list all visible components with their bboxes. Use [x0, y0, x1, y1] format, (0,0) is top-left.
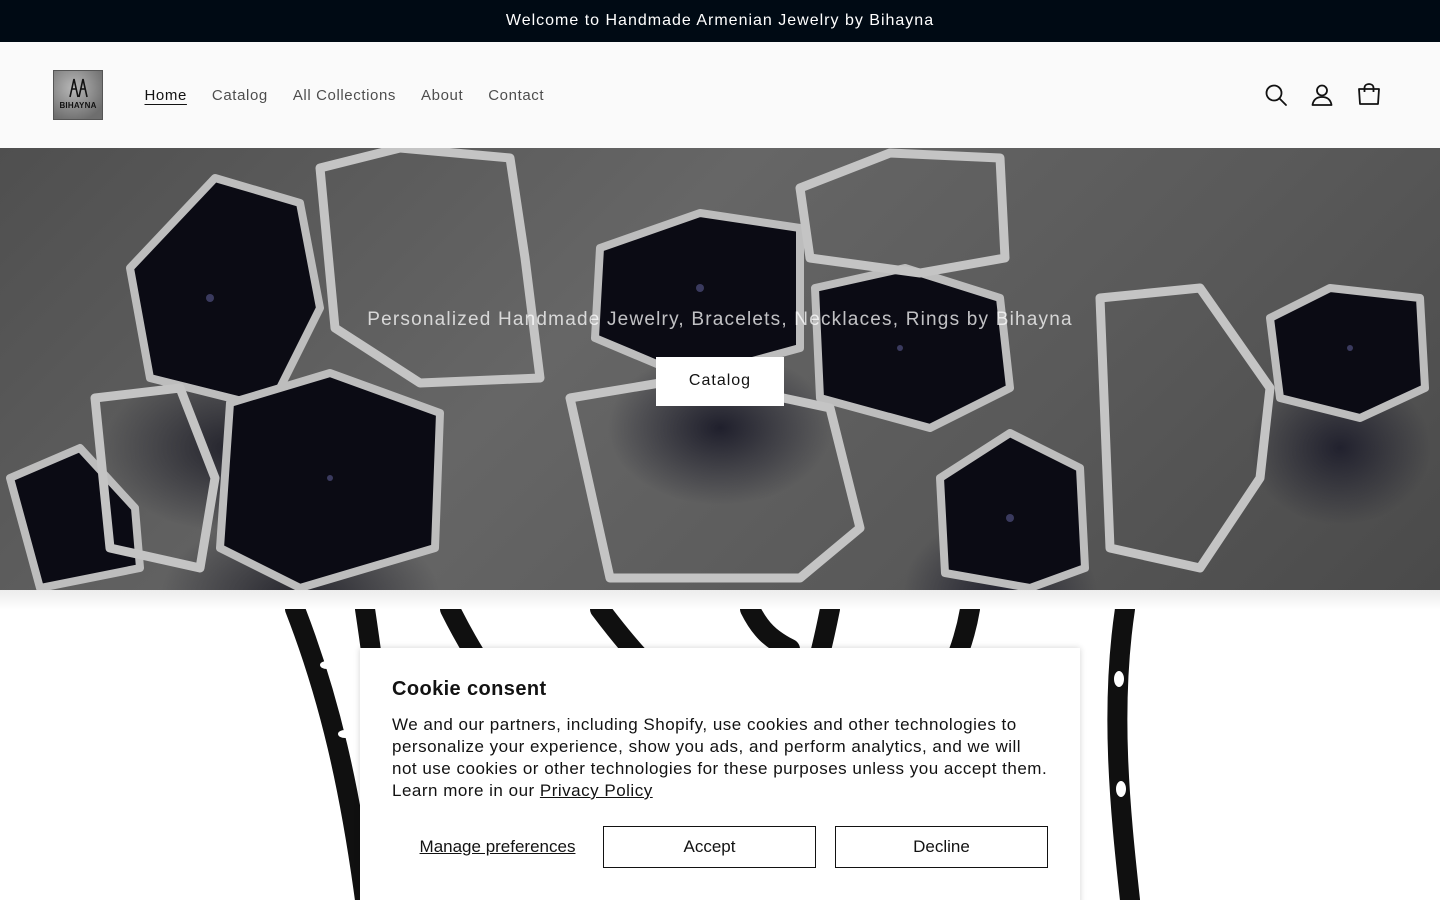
section-divider [0, 590, 1440, 609]
search-icon[interactable] [1263, 82, 1289, 108]
hero-banner: Personalized Handmade Jewelry, Bracelets… [0, 148, 1440, 590]
cart-icon[interactable] [1356, 82, 1382, 108]
nav-catalog[interactable]: Catalog [199, 87, 280, 104]
cookie-title: Cookie consent [392, 678, 547, 700]
privacy-policy-link[interactable]: Privacy Policy [540, 781, 653, 800]
accept-button[interactable]: Accept [603, 826, 816, 868]
announcement-text: Welcome to Handmade Armenian Jewelry by … [505, 12, 935, 29]
hero-catalog-button[interactable]: Catalog [656, 356, 784, 406]
nav-contact[interactable]: Contact [476, 87, 557, 104]
hero-subtitle: Personalized Handmade Jewelry, Bracelets… [367, 308, 1073, 330]
cookie-body: We and our partners, including Shopify, … [392, 714, 1048, 802]
logo-mark-icon [69, 78, 88, 98]
decline-button[interactable]: Decline [835, 826, 1048, 868]
manage-preferences-button[interactable]: Manage preferences [392, 826, 603, 868]
cookie-consent-dialog: Cookie consent We and our partners, incl… [360, 648, 1080, 900]
main-nav: Home Catalog All Collections About Conta… [132, 42, 557, 148]
site-header: BIHAYNA Home Catalog All Collections Abo… [0, 42, 1440, 148]
nav-about[interactable]: About [409, 87, 476, 104]
account-icon[interactable] [1309, 82, 1335, 108]
nav-home[interactable]: Home [132, 87, 199, 104]
brand-logo[interactable]: BIHAYNA [53, 70, 103, 120]
announcement-bar: Welcome to Handmade Armenian Jewelry by … [0, 0, 1440, 42]
cookie-actions: Manage preferences Accept Decline [392, 826, 1048, 868]
nav-all-collections[interactable]: All Collections [280, 87, 408, 104]
hero-content: Personalized Handmade Jewelry, Bracelets… [0, 148, 1440, 590]
cookie-body-text: We and our partners, including Shopify, … [392, 715, 1048, 800]
logo-text: BIHAYNA [59, 101, 97, 110]
